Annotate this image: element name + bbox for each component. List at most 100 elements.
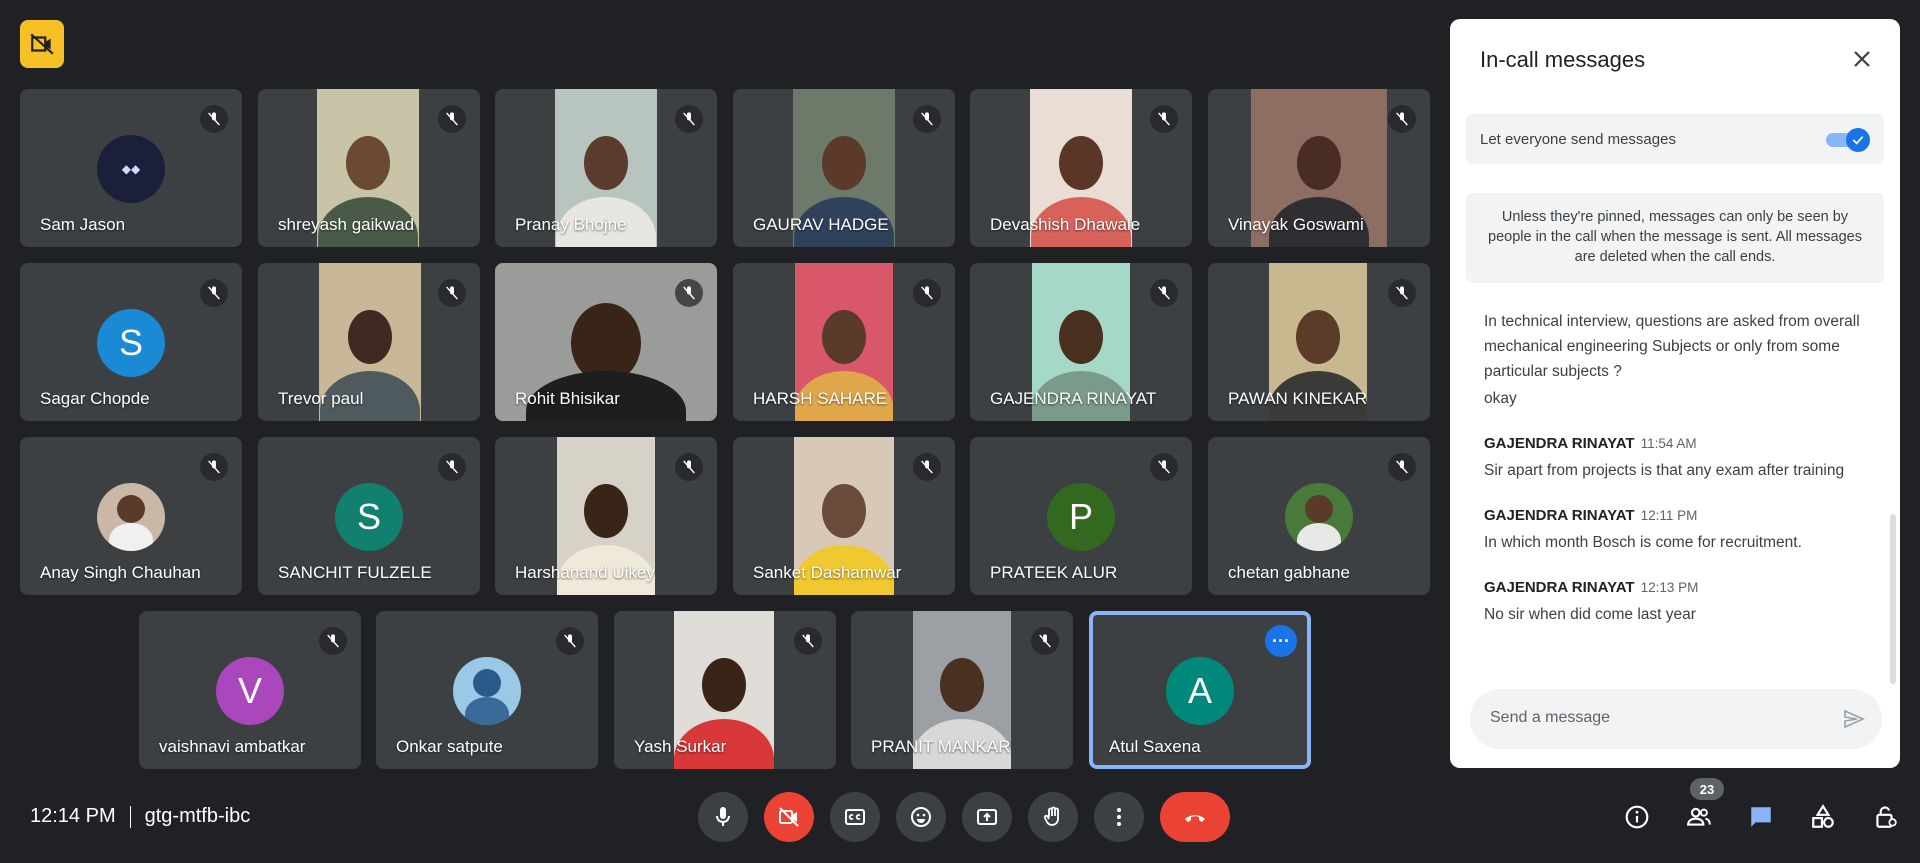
people-icon[interactable]	[1674, 792, 1724, 842]
participant-name: Vinayak Goswami	[1228, 215, 1364, 234]
mic-off-icon	[1031, 627, 1059, 655]
more-options-icon[interactable]: ···	[1265, 625, 1297, 657]
participant-tile[interactable]: Harshanand Uikey	[495, 437, 717, 595]
meeting-time: 12:14 PM	[30, 805, 116, 827]
meeting-info: 12:14 PM gtg-mtfb-ibc	[30, 805, 250, 828]
activities-icon[interactable]	[1798, 792, 1848, 842]
participant-tile[interactable]: S Sagar Chopde	[20, 263, 242, 421]
message-sender: GAJENDRA RINAYAT	[1484, 435, 1635, 452]
captions-icon[interactable]	[830, 792, 880, 842]
participant-tile[interactable]: GAJENDRA RINAYAT	[970, 263, 1192, 421]
participant-avatar: ◆◆	[97, 135, 165, 203]
mic-off-icon	[556, 627, 584, 655]
participant-name: Sanket Dashamwar	[753, 563, 902, 582]
mic-off-icon	[1388, 453, 1416, 481]
message-time: 12:13 PM	[1640, 580, 1699, 595]
chat-notice: Unless they're pinned, messages can only…	[1466, 193, 1884, 283]
participant-name: Yash Surkar	[634, 737, 727, 756]
let-everyone-send-toggle[interactable]	[1826, 128, 1870, 152]
participant-tile[interactable]: shreyash gaikwad	[258, 89, 480, 247]
participant-name: Atul Saxena	[1109, 737, 1201, 756]
participant-tile[interactable]: GAURAV HADGE	[733, 89, 955, 247]
info-icon[interactable]	[1612, 792, 1662, 842]
message-time: 11:54 AM	[1640, 436, 1697, 451]
chat-icon[interactable]	[1736, 792, 1786, 842]
participant-tile[interactable]: Sanket Dashamwar	[733, 437, 955, 595]
participant-tile[interactable]: Onkar satpute	[376, 611, 598, 769]
participant-name: Devashish Dhawale	[990, 215, 1141, 234]
emoji-icon[interactable]	[896, 792, 946, 842]
let-everyone-send-row: Let everyone send messages	[1466, 114, 1884, 164]
participant-avatar	[453, 657, 521, 725]
participant-name: Onkar satpute	[396, 737, 503, 756]
message-text: In which month Bosch is come for recruit…	[1484, 534, 1802, 551]
participant-tile[interactable]: V vaishnavi ambatkar	[139, 611, 361, 769]
participant-tile[interactable]: Vinayak Goswami	[1208, 89, 1430, 247]
participant-tile[interactable]: Anay Singh Chauhan	[20, 437, 242, 595]
participant-tile[interactable]: PAWAN KINEKAR	[1208, 263, 1430, 421]
camera-off-icon[interactable]	[764, 792, 814, 842]
participant-name: GAURAV HADGE	[753, 215, 889, 234]
participant-name: GAJENDRA RINAYAT	[990, 389, 1157, 408]
message-header: GAJENDRA RINAYAT 11:54 AM	[1484, 431, 1874, 456]
participant-tile[interactable]: P PRATEEK ALUR	[970, 437, 1192, 595]
participant-name: PRATEEK ALUR	[990, 563, 1118, 582]
participant-tile-self[interactable]: A ··· Atul Saxena	[1089, 611, 1311, 769]
message-header: GAJENDRA RINAYAT 12:13 PM	[1484, 575, 1874, 600]
host-controls-icon[interactable]	[1860, 792, 1910, 842]
participant-name: vaishnavi ambatkar	[159, 737, 306, 756]
participant-tile[interactable]: Rohit Bhisikar	[495, 263, 717, 421]
camera-off-badge-icon[interactable]	[20, 20, 64, 68]
participant-name: Harshanand Uikey	[515, 563, 655, 582]
mic-off-icon	[913, 105, 941, 133]
message-text: No sir when did come last year	[1484, 606, 1696, 623]
participant-name: shreyash gaikwad	[278, 215, 415, 234]
participant-name: chetan gabhane	[1228, 563, 1350, 582]
participant-tile[interactable]: HARSH SAHARE	[733, 263, 955, 421]
mic-icon[interactable]	[698, 792, 748, 842]
mic-off-icon	[438, 453, 466, 481]
mic-off-icon	[794, 627, 822, 655]
message-sender: GAJENDRA RINAYAT	[1484, 507, 1635, 524]
participant-name: Pranay Bhojne	[515, 215, 627, 234]
participant-tile[interactable]: Yash Surkar	[614, 611, 836, 769]
present-icon[interactable]	[962, 792, 1012, 842]
close-icon[interactable]	[1846, 43, 1878, 75]
raise-hand-icon[interactable]	[1028, 792, 1078, 842]
participant-name: Anay Singh Chauhan	[40, 563, 201, 582]
participant-avatar: S	[97, 309, 165, 377]
participant-avatar: P	[1047, 483, 1115, 551]
participant-tile[interactable]: Pranay Bhojne	[495, 89, 717, 247]
message-sender: GAJENDRA RINAYAT	[1484, 579, 1635, 596]
send-message-box	[1470, 689, 1882, 749]
participant-name: Rohit Bhisikar	[515, 389, 620, 408]
message-header: GAJENDRA RINAYAT 12:11 PM	[1484, 503, 1874, 528]
send-message-input[interactable]	[1490, 709, 1810, 727]
end-call-icon[interactable]	[1160, 792, 1230, 842]
participant-name: PRANIT MANKAR	[871, 737, 1011, 756]
participant-tile[interactable]: chetan gabhane	[1208, 437, 1430, 595]
participant-tile[interactable]: S SANCHIT FULZELE	[258, 437, 480, 595]
mic-off-icon	[1388, 279, 1416, 307]
participant-tile[interactable]: Trevor paul	[258, 263, 480, 421]
call-controls	[698, 792, 1230, 842]
participant-tile[interactable]: Devashish Dhawale	[970, 89, 1192, 247]
mic-off-icon	[1150, 105, 1178, 133]
send-icon[interactable]	[1838, 703, 1870, 735]
participant-avatar	[97, 483, 165, 551]
mic-off-icon	[438, 279, 466, 307]
divider	[129, 805, 131, 828]
participant-name: PAWAN KINEKAR	[1228, 389, 1368, 408]
message-list: In technical interview, questions are as…	[1484, 309, 1874, 629]
mic-off-icon	[319, 627, 347, 655]
more-vert-icon[interactable]	[1094, 792, 1144, 842]
participant-tile[interactable]: PRANIT MANKAR	[851, 611, 1073, 769]
participant-tile[interactable]: ◆◆ Sam Jason	[20, 89, 242, 247]
mic-off-icon	[675, 105, 703, 133]
chat-scrollbar[interactable]	[1890, 514, 1896, 684]
participant-avatar: V	[216, 657, 284, 725]
mic-off-icon	[200, 453, 228, 481]
mic-off-icon	[1150, 279, 1178, 307]
chat-panel: In-call messages Let everyone send messa…	[1450, 19, 1900, 768]
participant-name: Trevor paul	[278, 389, 364, 408]
